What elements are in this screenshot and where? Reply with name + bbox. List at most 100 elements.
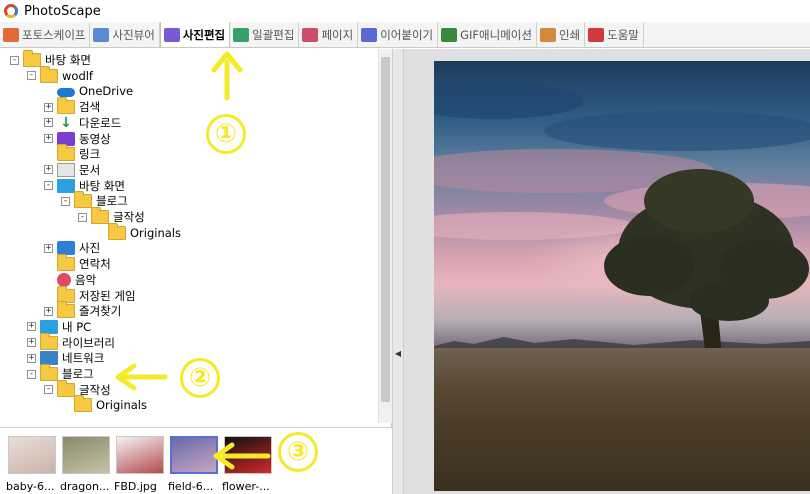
tree-node[interactable]: 링크 — [44, 144, 101, 162]
thumbnail-image[interactable] — [224, 436, 272, 474]
thumbnail-image[interactable] — [116, 436, 164, 474]
tree-node[interactable]: + 라이브러리 — [27, 332, 115, 351]
tree-node[interactable]: - wodlf — [27, 65, 93, 84]
tree-node[interactable]: Originals — [61, 395, 147, 413]
collapse-minus-icon[interactable]: - — [78, 212, 87, 222]
photo-preview[interactable] — [434, 61, 810, 491]
folder-icon — [40, 364, 58, 381]
tab-3-icon — [233, 27, 250, 42]
tree-scrollbar-thumb[interactable] — [381, 57, 390, 402]
tree-node-label: OneDrive — [79, 84, 134, 99]
tab-label: 사진뷰어 — [112, 27, 155, 42]
tab-label: 도움말 — [607, 27, 639, 42]
thumbnail-label[interactable]: FBD.jpg — [114, 480, 170, 493]
tree-node[interactable]: - 바탕 화면 — [44, 178, 125, 194]
thumbnail-label[interactable]: dragon... — [60, 480, 116, 493]
expand-plus-icon[interactable]: + — [27, 353, 36, 363]
collapse-minus-icon[interactable]: - — [27, 71, 36, 81]
annotation-marker-2: ② — [180, 358, 220, 398]
thumbnail-label[interactable]: flower-... — [222, 480, 278, 493]
title-bar: PhotoScape — [0, 0, 810, 22]
tree-node[interactable]: + 동영상 — [44, 131, 111, 147]
tree-node[interactable]: + 문서 — [44, 162, 100, 178]
window-title: PhotoScape — [24, 3, 101, 19]
collapse-minus-icon[interactable]: - — [61, 196, 70, 206]
tab-7[interactable]: 인쇄 — [537, 22, 586, 47]
tree-node-label: 라이브러리 — [62, 335, 115, 350]
collapse-minus-icon[interactable]: - — [10, 55, 19, 65]
tree-node-label: wodlf — [62, 68, 93, 83]
tab-8[interactable]: 도움말 — [585, 22, 644, 47]
download-icon: ↓ — [60, 114, 72, 131]
tab-2[interactable]: 사진편집 — [159, 22, 231, 47]
collapse-minus-icon[interactable]: - — [44, 181, 53, 191]
tree-node[interactable]: + ↓ 다운로드 — [44, 115, 121, 131]
tree-node[interactable]: + 네트워크 — [27, 350, 104, 366]
tab-label: 사진편집 — [182, 27, 226, 42]
tree-node[interactable]: 연락처 — [44, 254, 111, 272]
tree-node-label: 사진 — [79, 241, 101, 256]
tree-node[interactable]: 음악 — [44, 272, 96, 288]
tab-label: GIF애니메이션 — [460, 27, 532, 42]
expand-plus-icon[interactable]: + — [44, 165, 53, 175]
folder-icon — [23, 50, 41, 67]
folder-icon — [57, 97, 75, 115]
tree-node-label: 문서 — [79, 162, 101, 177]
annotation-marker-1: ① — [206, 114, 246, 154]
tree-node[interactable]: + 검색 — [44, 97, 101, 115]
tab-0-icon — [3, 27, 19, 42]
tree-node[interactable]: Originals — [95, 222, 181, 241]
tree-node[interactable]: + 사진 — [44, 240, 100, 256]
tab-5-icon — [361, 27, 378, 42]
tree-node-label: 글작성 — [113, 210, 145, 224]
tree-node-label: Originals — [130, 225, 181, 240]
tree-node-label: 다운로드 — [79, 115, 122, 130]
tab-4[interactable]: 페이지 — [299, 22, 359, 47]
collapse-minus-icon[interactable]: - — [27, 369, 36, 379]
tree-node-label: 동영상 — [79, 131, 111, 146]
folder-icon — [57, 144, 75, 162]
expand-plus-icon[interactable]: + — [27, 322, 36, 332]
panel-splitter[interactable]: ◀ — [392, 49, 404, 494]
expand-plus-icon[interactable]: + — [44, 102, 53, 112]
tree-node-label: 검색 — [79, 100, 101, 115]
thumbnail-image[interactable] — [170, 436, 218, 474]
thumbnail-image[interactable] — [8, 436, 56, 474]
tree-node[interactable]: - 바탕 화면 — [10, 50, 91, 68]
expand-plus-icon[interactable]: + — [44, 134, 53, 143]
tree-node-label: 블로그 — [62, 367, 94, 381]
tab-3[interactable]: 일괄편집 — [230, 22, 300, 47]
tab-0[interactable]: 포토스케이프 — [0, 22, 91, 47]
tree-node[interactable]: + 즐겨찾기 — [44, 301, 122, 319]
tab-6[interactable]: GIF애니메이션 — [438, 22, 537, 47]
tree-node[interactable]: + 내 PC — [27, 319, 91, 335]
thumbnail-image[interactable] — [62, 436, 110, 474]
tree-node-label: 즐겨찾기 — [79, 304, 122, 319]
folder-icon — [91, 207, 109, 224]
expand-plus-icon[interactable]: + — [27, 338, 36, 348]
tree-node-label: 링크 — [79, 147, 101, 162]
expand-plus-icon[interactable]: + — [44, 243, 53, 253]
folder-icon — [40, 65, 58, 83]
thumbnail-label[interactable]: baby-6... — [6, 480, 62, 493]
thumbnail-strip: baby-6... dragon... FBD.jpg field-6... flowe… — [0, 427, 392, 494]
tab-5[interactable]: 이어붙이기 — [358, 22, 439, 47]
tab-7-icon — [539, 27, 556, 42]
tab-4-icon — [302, 27, 319, 42]
tree-node-label: 바탕 화면 — [45, 53, 91, 67]
collapse-minus-icon[interactable]: - — [44, 385, 53, 395]
tree-scrollbar[interactable] — [378, 49, 392, 423]
expand-plus-icon[interactable]: + — [44, 118, 53, 128]
desktop-icon — [57, 178, 75, 193]
tree-node-label: 연락처 — [79, 257, 111, 272]
cloud-icon — [57, 88, 75, 98]
expand-plus-icon[interactable]: + — [44, 306, 53, 316]
tree-node-label: 음악 — [75, 272, 97, 287]
tree-node-label: 블로그 — [96, 194, 128, 209]
tab-1[interactable]: 사진뷰어 — [90, 22, 160, 47]
folder-icon — [108, 222, 126, 240]
thumbnail-label[interactable]: field-6... — [168, 480, 224, 493]
tab-1-icon — [93, 27, 110, 42]
collapse-left-arrow-icon[interactable]: ◀ — [394, 349, 402, 365]
tree-node-label: 바탕 화면 — [79, 178, 125, 193]
